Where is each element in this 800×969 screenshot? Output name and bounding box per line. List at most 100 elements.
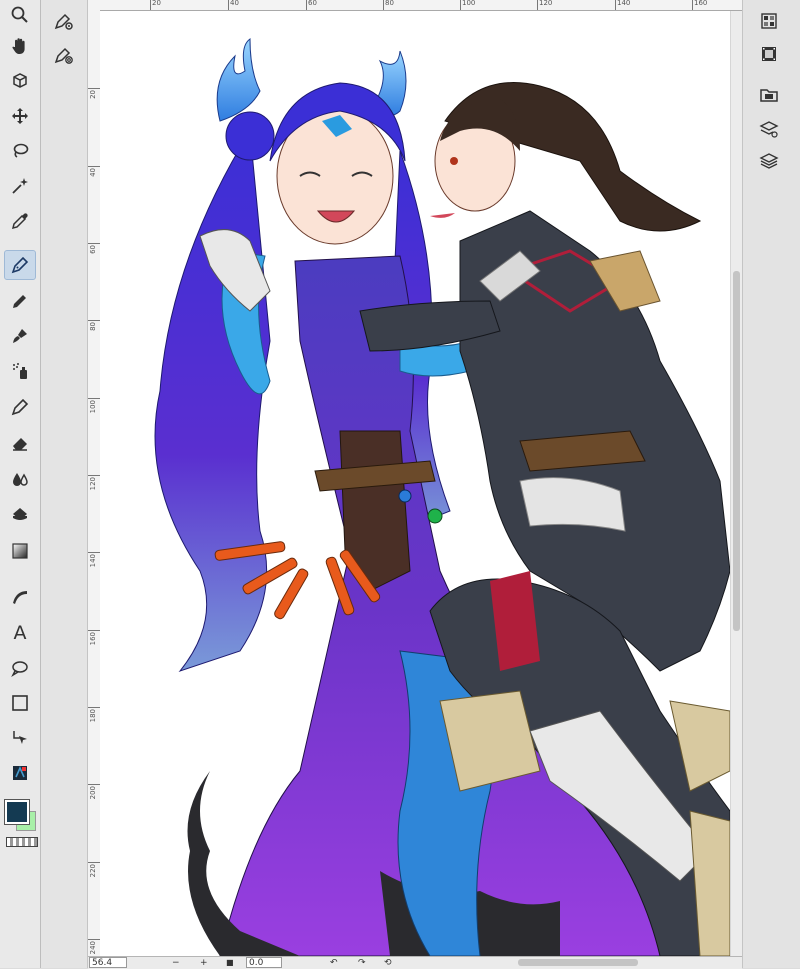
zoom-in-button[interactable]: + (200, 957, 208, 969)
ruler-label: 160 (89, 632, 97, 646)
ruler-label: 200 (89, 786, 97, 800)
airbrush-tool[interactable] (4, 356, 36, 386)
ruler-label: 160 (694, 0, 708, 7)
pen-target[interactable] (48, 40, 80, 70)
transparent-color-swatch[interactable] (6, 837, 38, 847)
hand-icon (12, 38, 25, 54)
ruler-top: 20 40 60 80 100 120 140 160 (88, 0, 742, 11)
ruler-label: 140 (89, 554, 97, 568)
material-panel-button[interactable] (753, 80, 785, 110)
decoration-pen-icon (11, 398, 29, 416)
ruler-label: 60 (308, 0, 317, 7)
eyedropper-tool[interactable] (4, 206, 36, 236)
hand-tool[interactable] (4, 31, 36, 61)
figure-tool[interactable] (4, 582, 36, 612)
fill-tool[interactable] (4, 500, 36, 530)
rotate-right-button[interactable]: ↷ (358, 957, 366, 969)
droplets-icon (13, 473, 28, 486)
navigator-panel-button[interactable] (753, 6, 785, 36)
lasso-tool[interactable] (4, 136, 36, 166)
rotate-tool[interactable] (4, 66, 36, 96)
layer-property-button[interactable] (753, 114, 785, 144)
horizontal-scroll-thumb[interactable] (518, 959, 638, 966)
ruler-label: 140 (617, 0, 631, 7)
ruler-label: 180 (89, 709, 97, 723)
move-tool[interactable] (4, 101, 36, 131)
app-icon (13, 766, 27, 780)
folder-icon (760, 89, 778, 102)
ruler-label: 100 (462, 0, 476, 7)
correct-line-tool[interactable] (4, 723, 36, 753)
reset-rotation-button[interactable]: ⟲ (384, 957, 392, 969)
ruler-label: 80 (89, 322, 97, 331)
pen-settings[interactable] (48, 6, 80, 36)
main-color-swatch[interactable] (4, 799, 30, 825)
pen-gear-icon (54, 13, 73, 30)
canvas-area[interactable]: 20 40 60 80 100 120 140 160 20 40 60 80 … (88, 0, 742, 968)
gradient-tool[interactable] (4, 536, 36, 566)
curve-icon (13, 591, 27, 604)
subtool-strip (41, 0, 88, 968)
ruler-label: 120 (539, 0, 553, 7)
navigator-icon (761, 13, 777, 29)
brush-icon (13, 329, 27, 343)
magic-wand-icon (12, 178, 28, 194)
move-arrows-icon (12, 108, 28, 124)
magnifier-icon (11, 6, 28, 23)
ruler-label: 220 (89, 864, 97, 878)
layer-panel-button[interactable] (753, 146, 785, 176)
ruler-label: 20 (152, 0, 161, 7)
pen-nib-icon (11, 256, 29, 274)
vertical-scrollbar[interactable] (731, 11, 742, 956)
rectangle-icon (12, 695, 28, 711)
pen-target-icon (54, 47, 73, 64)
ruler-label: 120 (89, 477, 97, 491)
zoom-tool[interactable] (4, 0, 36, 30)
cube-icon (13, 73, 27, 88)
ruler-label: 80 (385, 0, 394, 7)
fit-button[interactable]: ■ (226, 957, 234, 969)
eyedropper-icon (11, 213, 28, 230)
text-icon: A (13, 621, 27, 644)
ruler-label: 240 (89, 941, 97, 955)
frame-tool[interactable] (4, 688, 36, 718)
illustration-artwork (154, 38, 730, 956)
pen-tool[interactable] (4, 250, 36, 280)
film-icon (762, 47, 776, 61)
eraser-icon (13, 438, 27, 451)
object-arrow-icon (13, 731, 27, 744)
tool-palette: A (0, 0, 41, 968)
timeline-panel-button[interactable] (753, 39, 785, 69)
brush-tool[interactable] (4, 321, 36, 351)
speech-balloon-icon (11, 661, 28, 677)
zoom-level-field[interactable]: 56.4 (89, 957, 127, 968)
gradient-icon (12, 543, 28, 559)
bucket-icon (13, 508, 27, 520)
ruler-label: 20 (89, 90, 97, 99)
auto-select-tool[interactable] (4, 171, 36, 201)
blend-tool[interactable] (4, 464, 36, 494)
pencil-icon (13, 295, 26, 308)
pencil-tool[interactable] (4, 286, 36, 316)
canvas-paper[interactable] (100, 11, 730, 956)
rotate-left-button[interactable]: ↶ (330, 957, 338, 969)
balloon-tool[interactable] (4, 653, 36, 683)
layers-icon (759, 153, 779, 169)
canvas-status-bar: 56.4 − + ■ 0.0 ↶ ↷ ⟲ (88, 956, 742, 969)
ruler-label: 40 (89, 168, 97, 177)
tool-property-tool[interactable] (4, 758, 36, 788)
airbrush-icon (13, 363, 27, 379)
zoom-out-button[interactable]: − (172, 957, 180, 969)
color-indicator[interactable] (4, 799, 38, 848)
right-panel-dock (742, 0, 800, 968)
ruler-label: 60 (89, 245, 97, 254)
ruler-label: 40 (230, 0, 239, 7)
eraser-tool[interactable] (4, 428, 36, 458)
text-tool[interactable]: A (4, 618, 36, 648)
layer-property-icon (759, 121, 779, 138)
rotation-angle-field[interactable]: 0.0 (246, 957, 282, 968)
decoration-tool[interactable] (4, 392, 36, 422)
ruler-label: 100 (89, 400, 97, 414)
lasso-icon (13, 143, 29, 158)
vertical-scroll-thumb[interactable] (733, 271, 740, 631)
